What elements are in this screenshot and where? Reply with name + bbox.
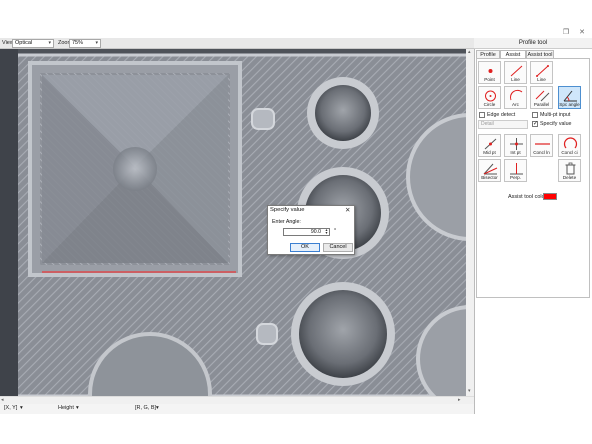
line2-tool-label: Line <box>537 77 546 82</box>
enter-angle-label: Enter Angle: <box>272 219 301 225</box>
bisector-tool-button[interactable]: Bisector <box>478 159 501 182</box>
multi-pt-input-checkbox[interactable] <box>532 112 538 118</box>
specify-angle-tool-button[interactable]: Spc angle <box>558 86 581 109</box>
spin-stepper-icon[interactable]: ▲ ▼ <box>324 228 329 235</box>
concentric-line-tool-button[interactable]: Concl ln <box>530 134 553 157</box>
assist-tool-color-label: Assist tool color <box>508 194 547 200</box>
perpendicular-tool-label: Perp. <box>510 175 521 180</box>
panel-title: Profile tool <box>474 38 592 49</box>
mid-point-tool-label: Mid pt <box>483 150 496 155</box>
optical-image <box>0 49 473 396</box>
scroll-down-icon[interactable]: ▾ <box>468 388 471 394</box>
chevron-down-icon: ▾ <box>48 40 51 46</box>
scroll-up-icon[interactable]: ▴ <box>468 49 471 55</box>
restore-window-icon[interactable]: ❐ <box>562 29 570 37</box>
specify-angle-tool-label: Spc angle <box>559 102 580 107</box>
edge-detect-label: Edge detect <box>487 112 516 118</box>
zoom-select[interactable]: 75% ▾ <box>69 39 101 48</box>
dialog-title: Specify value <box>270 207 305 213</box>
assist-tool-color-swatch[interactable] <box>543 193 557 200</box>
view-select[interactable]: Optical ▾ <box>12 39 54 48</box>
optical-image-viewport[interactable] <box>0 49 474 396</box>
angle-input[interactable]: 90.0 <box>283 228 330 236</box>
chevron-down-icon: ▾ <box>95 40 98 46</box>
intersection-point-tool-label: Int pt <box>510 150 521 155</box>
cancel-button[interactable]: Cancel <box>323 243 353 252</box>
perpendicular-tool-button[interactable]: Perp. <box>504 159 527 182</box>
line-tool-label: Line <box>511 77 520 82</box>
intersection-point-tool-button[interactable]: Int pt <box>504 134 527 157</box>
status-rgb: [R, G, B] <box>135 405 157 411</box>
mid-point-tool-button[interactable]: Mid pt <box>478 134 501 157</box>
status-xy: [X, Y] <box>4 405 18 411</box>
line-tool-button[interactable]: Line <box>504 61 527 84</box>
scroll-right-icon[interactable]: ▸ <box>458 397 461 403</box>
edge-detect-checkbox[interactable] <box>479 112 485 118</box>
app-window: ❐ ✕ View Optical ▾ Zoom 75% ▾ ▴ ▾ ◂ ▸ [X… <box>0 0 592 444</box>
delete-tool-label: Delete <box>562 175 577 180</box>
specify-value-checkbox[interactable] <box>532 120 538 127</box>
arc-tool-button[interactable]: Arc <box>504 86 527 109</box>
arc-tool-label: Arc <box>512 102 519 107</box>
circle-tool-label: Circle <box>483 102 496 107</box>
line2-tool-button[interactable]: Line <box>530 61 553 84</box>
zoom-select-value: 75% <box>72 40 84 46</box>
view-select-value: Optical <box>15 40 33 46</box>
concentric-circle-tool-button[interactable]: Concl ci <box>558 134 581 157</box>
bisector-tool-label: Bisector <box>481 175 498 180</box>
ok-button[interactable]: OK <box>290 243 320 252</box>
status-height: Height <box>58 405 74 411</box>
window-title-bar <box>0 28 592 38</box>
concentric-line-tool-label: Concl ln <box>533 150 550 155</box>
close-window-icon[interactable]: ✕ <box>578 29 586 37</box>
degree-unit-label: ° <box>334 228 337 234</box>
circle-tool-button[interactable]: Circle <box>478 86 501 109</box>
chevron-down-icon[interactable]: ▾ <box>76 405 79 411</box>
detail-field[interactable]: Detail <box>478 120 528 129</box>
multi-pt-input-label: Multi-pt input <box>540 112 571 118</box>
point-tool-label: Point <box>484 77 495 82</box>
parallel-tool-button[interactable]: Parallel <box>530 86 553 109</box>
parallel-tool-label: Parallel <box>533 102 550 107</box>
vertical-scrollbar[interactable]: ▴ ▾ <box>466 49 474 396</box>
delete-tool-button[interactable]: Delete <box>558 159 581 182</box>
scroll-left-icon[interactable]: ◂ <box>1 397 4 403</box>
close-icon[interactable]: ✕ <box>345 206 350 214</box>
concentric-circle-tool-label: Concl ci <box>561 150 578 155</box>
specify-value-label: Specify value <box>540 121 572 127</box>
chevron-down-icon[interactable]: ▾ <box>20 405 23 411</box>
chevron-down-icon[interactable]: ▾ <box>156 405 159 411</box>
point-tool-button[interactable]: Point <box>478 61 501 84</box>
horizontal-scrollbar[interactable]: ◂ ▸ <box>0 396 474 404</box>
